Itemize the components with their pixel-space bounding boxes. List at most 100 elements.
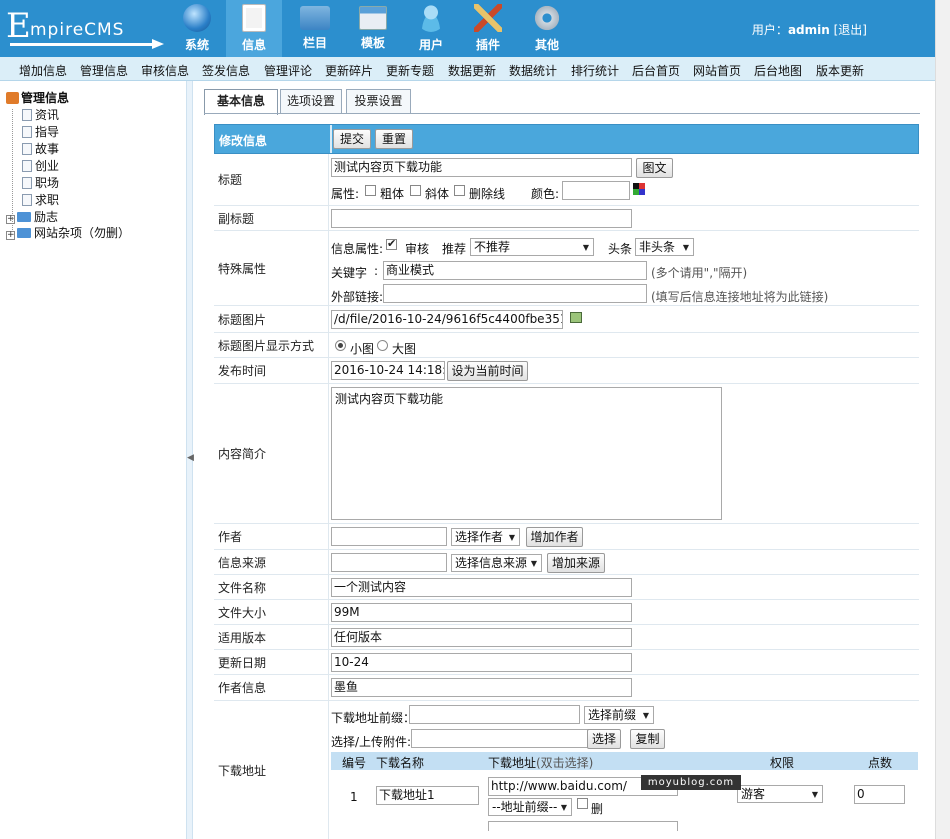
italic-label: 斜体	[425, 187, 450, 201]
file-icon	[22, 194, 32, 206]
tab-plugin[interactable]: 插件	[460, 0, 516, 57]
label-filesize: 文件大小	[214, 600, 329, 624]
author-info-input[interactable]: 墨鱼	[331, 678, 632, 697]
keyword-input[interactable]: 商业模式	[383, 261, 647, 280]
nav-manage-comments[interactable]: 管理评论	[264, 62, 312, 79]
recommend-select[interactable]: 不推荐	[470, 238, 594, 256]
tree-folder[interactable]: + 励志	[6, 208, 58, 225]
tab-label: 系统	[184, 38, 209, 52]
large-pic-radio[interactable]	[377, 340, 388, 351]
bold-checkbox[interactable]	[365, 185, 376, 196]
version-input[interactable]: 任何版本	[331, 628, 632, 647]
points-input[interactable]: 0	[854, 785, 905, 804]
tab-option-settings[interactable]: 选项设置	[280, 89, 342, 113]
nav-rank-stats[interactable]: 排行统计	[571, 62, 619, 79]
tab-column[interactable]: 栏目	[287, 0, 343, 57]
url-prefix-select[interactable]: --地址前缀--	[488, 798, 572, 816]
title-input[interactable]: 测试内容页下载功能	[331, 158, 632, 177]
prefix-select[interactable]: 选择前缀	[584, 706, 654, 724]
audit-checkbox[interactable]	[386, 237, 397, 250]
delete-label: 删	[591, 802, 604, 816]
external-link-input[interactable]	[383, 284, 647, 303]
folder-icon	[17, 228, 31, 238]
tree-item[interactable]: 创业	[22, 157, 59, 174]
author-input[interactable]	[331, 527, 447, 546]
headline-select[interactable]: 非头条	[635, 238, 694, 256]
collapse-arrow-icon[interactable]: ◀	[187, 453, 194, 463]
nav-admin-map[interactable]: 后台地图	[754, 62, 802, 79]
nav-update-fragments[interactable]: 更新碎片	[325, 62, 373, 79]
nav-data-update[interactable]: 数据更新	[448, 62, 496, 79]
tab-template[interactable]: 模板	[345, 0, 401, 57]
set-current-time-button[interactable]: 设为当前时间	[447, 361, 528, 381]
upload-attachment-input[interactable]	[411, 729, 594, 748]
subtitle-input[interactable]	[331, 209, 632, 228]
italic-checkbox[interactable]	[410, 185, 421, 196]
source-input[interactable]	[331, 553, 447, 572]
filename-input[interactable]: 一个测试内容	[331, 578, 632, 597]
tree-item[interactable]: 指导	[22, 123, 59, 140]
tree-item[interactable]: 求职	[22, 191, 59, 208]
empirecms-logo[interactable]: E mpireCMS	[6, 6, 166, 50]
external-link-label: 外部链接:	[331, 290, 384, 304]
nav-version-update[interactable]: 版本更新	[816, 62, 864, 79]
next-url-input[interactable]	[488, 821, 678, 831]
title-pic-input[interactable]: /d/file/2016-10-24/9616f5c4400fbe351b98d	[331, 310, 563, 329]
delete-checkbox[interactable]	[577, 798, 588, 809]
summary-textarea[interactable]: 测试内容页下载功能	[331, 387, 722, 520]
tree-item[interactable]: 故事	[22, 140, 59, 157]
select-attachment-button[interactable]: 选择	[587, 729, 621, 749]
image-select-icon[interactable]	[570, 312, 582, 323]
tab-system[interactable]: 系统	[169, 0, 225, 57]
tools-icon	[474, 4, 502, 32]
permission-select[interactable]: 游客	[737, 785, 823, 803]
nav-manage-info[interactable]: 管理信息	[80, 62, 128, 79]
nav-site-home[interactable]: 网站首页	[693, 62, 741, 79]
row-publish-time: 发布时间 2016-10-24 14:18:13 设为当前时间	[214, 358, 919, 384]
expand-plus-icon[interactable]: +	[6, 215, 15, 224]
tab-vote-settings[interactable]: 投票设置	[346, 89, 411, 113]
nav-update-topics[interactable]: 更新专题	[386, 62, 434, 79]
logout-link[interactable]: [退出]	[834, 23, 867, 37]
nav-data-stats[interactable]: 数据统计	[509, 62, 557, 79]
tree-item[interactable]: 职场	[22, 174, 59, 191]
add-author-button[interactable]: 增加作者	[526, 527, 583, 547]
add-source-button[interactable]: 增加来源	[547, 553, 605, 573]
tree-item[interactable]: 资讯	[22, 106, 59, 123]
tree-root[interactable]: 管理信息	[6, 89, 69, 106]
nav-admin-home[interactable]: 后台首页	[632, 62, 680, 79]
expand-plus-icon[interactable]: +	[6, 231, 15, 240]
nav-sign-info[interactable]: 签发信息	[202, 62, 250, 79]
sidebar-splitter[interactable]: ◀	[186, 81, 194, 839]
download-prefix-input[interactable]	[409, 705, 580, 724]
filesize-input[interactable]: 99M	[331, 603, 632, 622]
small-pic-radio[interactable]	[335, 340, 346, 351]
tree-item-label: 创业	[35, 159, 60, 173]
nav-audit-info[interactable]: 审核信息	[141, 62, 189, 79]
vertical-scrollbar[interactable]	[935, 0, 950, 839]
tab-user[interactable]: 用户	[403, 0, 459, 57]
keyword-hint: (多个请用","隔开)	[651, 266, 748, 280]
copy-button[interactable]: 复制	[630, 729, 665, 749]
tab-info[interactable]: 信息	[226, 0, 282, 57]
publish-time-input[interactable]: 2016-10-24 14:18:13	[331, 361, 445, 380]
color-input[interactable]	[562, 181, 630, 200]
strikethrough-checkbox[interactable]	[454, 185, 465, 196]
color-picker-icon[interactable]	[633, 183, 645, 195]
file-icon	[22, 143, 32, 155]
external-link-hint: (填写后信息连接地址将为此链接)	[651, 290, 829, 304]
download-name-input[interactable]: 下载地址1	[376, 786, 479, 805]
row-subtitle: 副标题	[214, 206, 919, 231]
attr-label: 属性:	[331, 187, 360, 201]
author-select[interactable]: 选择作者	[451, 528, 520, 546]
tab-basic-info[interactable]: 基本信息	[204, 89, 278, 115]
nav-add-info[interactable]: 增加信息	[19, 62, 67, 79]
tab-other[interactable]: 其他	[519, 0, 575, 57]
tree-folder[interactable]: + 网站杂项（勿删）	[6, 224, 130, 241]
submit-button[interactable]: 提交	[333, 129, 371, 149]
source-select[interactable]: 选择信息来源	[451, 554, 542, 572]
update-date-input[interactable]: 10-24	[331, 653, 632, 672]
folder-icon	[300, 6, 330, 30]
pic-text-button[interactable]: 图文	[636, 158, 673, 178]
reset-button[interactable]: 重置	[375, 129, 413, 149]
